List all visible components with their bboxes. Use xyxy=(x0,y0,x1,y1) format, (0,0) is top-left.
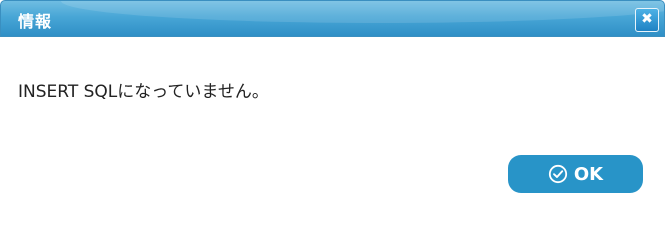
dialog-titlebar[interactable]: 情報 ✖ xyxy=(0,0,665,37)
info-dialog: 情報 ✖ INSERT SQLになっていません。 OK xyxy=(0,0,665,201)
dialog-title: 情報 xyxy=(18,12,53,31)
ok-button[interactable]: OK xyxy=(508,155,643,193)
close-button[interactable]: ✖ xyxy=(635,8,659,32)
dialog-message: INSERT SQLになっていません。 xyxy=(18,82,269,102)
check-circle-icon xyxy=(548,164,567,184)
close-icon: ✖ xyxy=(641,11,653,27)
ok-button-label: OK xyxy=(573,163,604,185)
